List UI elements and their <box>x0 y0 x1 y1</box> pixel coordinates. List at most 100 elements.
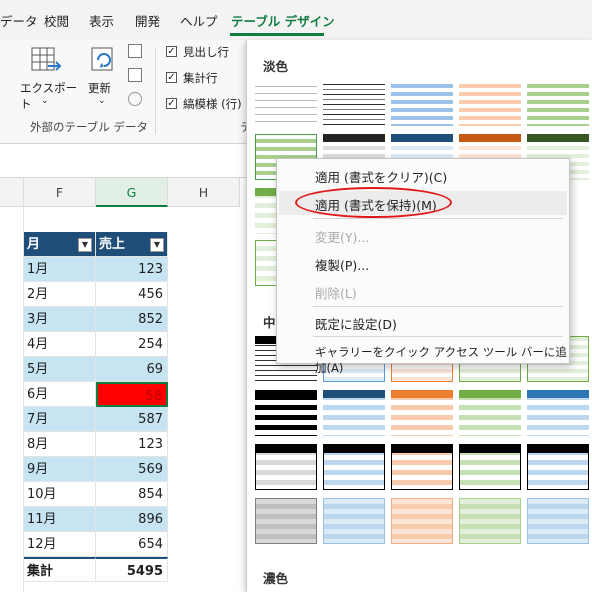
checkmark-icon: ✓ <box>166 98 177 109</box>
filter-dropdown-icon[interactable]: ▼ <box>78 238 92 252</box>
light-styles-label: 淡色 <box>263 59 289 74</box>
refresh-label: 更新 <box>88 81 111 95</box>
table-style-thumb[interactable] <box>323 80 385 126</box>
table-cell-month[interactable]: 7月 <box>24 407 96 432</box>
column-header-h[interactable]: H <box>168 178 240 207</box>
table-cell-sales[interactable]: 123 <box>96 432 168 457</box>
dark-styles-label: 濃色 <box>263 571 289 586</box>
table-cell-month[interactable]: 4月 <box>24 332 96 357</box>
table-style-thumb[interactable] <box>459 80 521 126</box>
style-context-menu: 適用 (書式をクリア)(C) 適用 (書式を保持)(M) 変更(Y)... 複製… <box>276 158 570 375</box>
chevron-down-icon: ⌄ <box>41 96 49 106</box>
banded-rows-checkbox[interactable]: ✓ 縞模様 (行) <box>166 96 256 112</box>
table-cell-sales[interactable]: 852 <box>96 307 168 332</box>
table-cell-month[interactable]: 12月 <box>24 532 96 557</box>
tab-data[interactable]: データ <box>0 11 38 30</box>
group-separator <box>155 48 156 134</box>
table-cell-sales[interactable]: 456 <box>96 282 168 307</box>
unlink-icon[interactable] <box>128 92 142 106</box>
tab-view[interactable]: 表示 <box>89 11 114 30</box>
worksheet-grid: 月 ▼ 売上 ▼ 1月 123 2月 456 3月 852 4月 254 5月 … <box>0 207 250 592</box>
checkmark-icon: ✓ <box>166 46 177 57</box>
table-style-thumb[interactable] <box>527 80 589 126</box>
table-cell-sales[interactable]: 254 <box>96 332 168 357</box>
table-style-thumb[interactable] <box>527 390 589 436</box>
menu-item-delete[interactable]: 削除(L) <box>315 283 357 302</box>
menu-item-duplicate[interactable]: 複製(P)... <box>315 255 369 274</box>
table-style-thumb[interactable] <box>459 390 521 436</box>
menu-item-add-to-qat[interactable]: ギャラリーをクイック アクセス ツール バーに追加(A) <box>315 344 569 376</box>
chevron-down-icon: ⌄ <box>98 96 106 106</box>
table-cell-sales[interactable]: 569 <box>96 457 168 482</box>
table-cell-month[interactable]: 1月 <box>24 257 96 282</box>
table-style-thumb[interactable] <box>391 80 453 126</box>
table-cell-month[interactable]: 10月 <box>24 482 96 507</box>
medium-styles-label: 中 <box>263 315 276 330</box>
header-row-checkbox[interactable]: ✓ 見出し行 <box>166 44 256 60</box>
total-row-value[interactable]: 5495 <box>96 557 168 582</box>
table-cell-month[interactable]: 2月 <box>24 282 96 307</box>
table-cell-sales[interactable]: 587 <box>96 407 168 432</box>
header-row-label: 見出し行 <box>183 45 229 59</box>
table-style-thumb[interactable] <box>459 498 521 544</box>
table-style-thumb[interactable] <box>255 80 317 126</box>
tab-help[interactable]: ヘルプ <box>180 11 218 30</box>
menu-item-modify[interactable]: 変更(Y)... <box>315 227 369 246</box>
table-cell-month[interactable]: 9月 <box>24 457 96 482</box>
export-icon <box>31 47 62 71</box>
column-header-g[interactable]: G <box>96 178 168 207</box>
table-cell-sales[interactable]: 654 <box>96 532 168 557</box>
tab-developer[interactable]: 開発 <box>135 11 160 30</box>
column-e-cells[interactable] <box>0 207 24 592</box>
menu-item-apply-clear[interactable]: 適用 (書式をクリア)(C) <box>315 167 447 186</box>
total-row-label[interactable]: 集計 <box>24 557 96 582</box>
menu-separator <box>313 218 563 219</box>
table-style-thumb[interactable] <box>255 498 317 544</box>
table-style-thumb[interactable] <box>323 390 385 436</box>
table-cell-month[interactable]: 5月 <box>24 357 96 382</box>
open-in-browser-icon[interactable] <box>128 68 142 82</box>
table-style-thumb[interactable] <box>323 498 385 544</box>
table-header-month[interactable]: 月 ▼ <box>24 232 96 257</box>
table-cell-month[interactable]: 11月 <box>24 507 96 532</box>
properties-icon[interactable] <box>128 44 142 58</box>
table-cell-sales[interactable]: 69 <box>96 357 168 382</box>
table-header-month-label: 月 <box>27 237 41 252</box>
table-cell-month[interactable]: 6月 <box>24 382 96 407</box>
refresh-icon <box>91 47 113 71</box>
total-row-checkbox[interactable]: ✓ 集計行 <box>166 70 256 86</box>
ribbon-tab-bar: データ 校閲 表示 開発 ヘルプ テーブル デザイン <box>0 0 592 40</box>
tab-table-design[interactable]: テーブル デザイン <box>231 11 335 30</box>
table-header-sales-label: 売上 <box>99 237 126 252</box>
table-cell-month[interactable]: 8月 <box>24 432 96 457</box>
active-tab-indicator <box>230 33 324 36</box>
refresh-button[interactable]: 更新 ⌄ <box>84 44 122 106</box>
menu-separator <box>313 336 563 337</box>
table-style-thumb[interactable] <box>527 444 589 490</box>
highlight-ellipse <box>295 187 452 218</box>
table-style-thumb[interactable] <box>391 444 453 490</box>
table-cell-month[interactable]: 3月 <box>24 307 96 332</box>
table-style-thumb[interactable] <box>391 390 453 436</box>
table-style-thumb[interactable] <box>459 444 521 490</box>
column-header-f[interactable]: F <box>24 178 96 207</box>
tab-review[interactable]: 校閲 <box>44 11 69 30</box>
checkmark-icon: ✓ <box>166 72 177 83</box>
table-style-thumb[interactable] <box>391 498 453 544</box>
table-header-sales[interactable]: 売上 ▼ <box>96 232 168 257</box>
table-style-thumb[interactable] <box>255 444 317 490</box>
table-style-thumb[interactable] <box>323 444 385 490</box>
table-cell-sales[interactable]: 123 <box>96 257 168 282</box>
group-external-data-label: 外部のテーブル データ <box>30 120 148 134</box>
menu-separator <box>313 306 563 307</box>
selected-cell[interactable]: 58 <box>96 382 168 407</box>
table-cell-sales[interactable]: 896 <box>96 507 168 532</box>
table-style-thumb[interactable] <box>255 390 317 436</box>
total-row-label: 集計行 <box>183 71 218 85</box>
menu-item-set-default[interactable]: 既定に設定(D) <box>315 314 397 333</box>
export-button[interactable]: エクスポート ⌄ <box>14 44 78 111</box>
filter-dropdown-icon[interactable]: ▼ <box>150 238 164 252</box>
column-header-e[interactable] <box>0 178 24 207</box>
table-style-thumb[interactable] <box>527 498 589 544</box>
table-cell-sales[interactable]: 854 <box>96 482 168 507</box>
